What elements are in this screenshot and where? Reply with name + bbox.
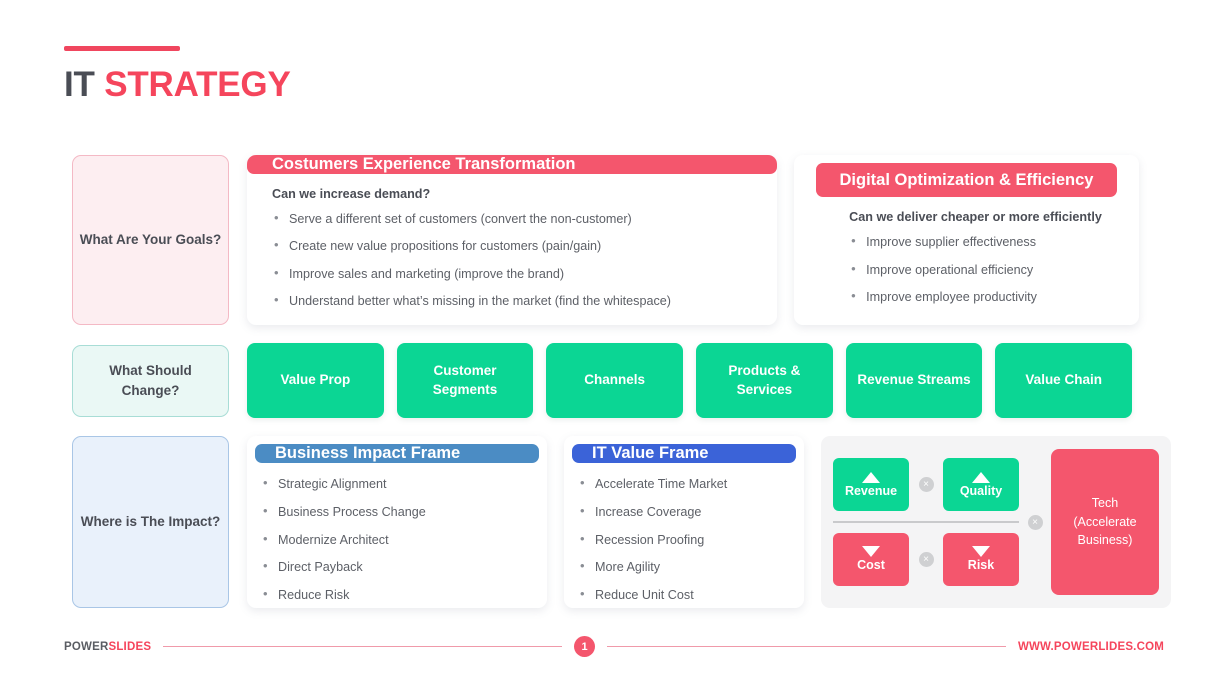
change-box-value-chain[interactable]: Value Chain xyxy=(995,343,1133,418)
card-body-customers: Can we increase demand? Serve a differen… xyxy=(247,174,777,325)
card-it-value-frame[interactable]: IT Value Frame Accelerate Time Market In… xyxy=(564,436,804,608)
page-title: IT STRATEGY xyxy=(64,67,291,102)
formula-box-cost[interactable]: Cost xyxy=(833,532,909,586)
formula-box-risk[interactable]: Risk xyxy=(943,532,1019,586)
formula-divider-line xyxy=(833,521,1019,523)
change-box-value-prop[interactable]: Value Prop xyxy=(247,343,384,418)
arrow-down-icon xyxy=(972,546,990,558)
tech-line-3: Business) xyxy=(1077,533,1133,548)
formula-box-revenue[interactable]: Revenue xyxy=(833,458,909,512)
list-item: Direct Payback xyxy=(261,557,547,576)
change-box-products-services[interactable]: Products & Services xyxy=(696,343,833,418)
formula-fraction: Revenue × Quality Cost × Risk xyxy=(833,449,1019,595)
page-title-prefix: IT xyxy=(64,65,105,104)
tech-line-1: Tech xyxy=(1091,495,1119,510)
page-number-badge: 1 xyxy=(574,636,596,657)
card-business-impact-frame[interactable]: Business Impact Frame Strategic Alignmen… xyxy=(247,436,547,608)
list-item: Reduce Unit Cost xyxy=(578,585,804,604)
card-header-bar-digital: Digital Optimization & Efficiency xyxy=(815,163,1118,198)
list-item: Reduce Risk xyxy=(261,585,547,604)
arrow-down-icon xyxy=(862,546,880,558)
bullet-list-customers: Serve a different set of customers (conv… xyxy=(272,209,777,310)
list-item: Improve employee productivity xyxy=(849,287,1102,306)
row-label-goals: What Are Your Goals? xyxy=(72,155,229,325)
strategy-board: What Are Your Goals? Costumers Experienc… xyxy=(72,155,1171,608)
page-footer: POWERSLIDES 1 WWW.POWERLIDES.COM xyxy=(64,636,1164,657)
row-change: What Should Change? Value Prop Customer … xyxy=(72,343,1133,418)
formula-box-label: Quality xyxy=(959,483,1003,498)
formula-box-quality[interactable]: Quality xyxy=(943,458,1019,512)
list-item: Strategic Alignment xyxy=(261,474,547,493)
list-item: Improve supplier effectiveness xyxy=(849,232,1102,251)
change-box-revenue-streams[interactable]: Revenue Streams xyxy=(845,343,983,418)
footer-brand-accent: SLIDES xyxy=(108,640,152,653)
bullet-list-business-impact: Strategic Alignment Business Process Cha… xyxy=(261,474,547,604)
footer-website: WWW.POWERLIDES.COM xyxy=(1017,640,1165,653)
arrow-up-icon xyxy=(862,471,880,483)
formula-operator-bottom: × xyxy=(909,551,943,567)
change-box-customer-segments[interactable]: Customer Segments xyxy=(396,343,534,418)
row-impact: Where is The Impact? Business Impact Fra… xyxy=(72,436,1171,608)
formula-box-label: Revenue xyxy=(844,483,898,498)
card-digital-optimization[interactable]: Digital Optimization & Efficiency Can we… xyxy=(794,155,1139,325)
list-item: Improve sales and marketing (improve the… xyxy=(272,263,777,283)
page-header: IT STRATEGY xyxy=(64,46,291,102)
formula-numerator: Revenue × Quality xyxy=(833,458,1019,512)
multiply-icon: × xyxy=(1027,514,1043,530)
tech-line-2: (Accelerate xyxy=(1073,514,1137,529)
formula-box-tech-label: Tech (Accelerate Business) xyxy=(1073,494,1136,550)
card-header-bar-customers: Costumers Experience Transformation xyxy=(247,155,777,174)
subhead-digital: Can we deliver cheaper or more efficient… xyxy=(849,210,1102,225)
list-item: Accelerate Time Market xyxy=(578,474,804,493)
formula-box-label: Cost xyxy=(857,558,885,573)
formula-operator-result: × xyxy=(1019,449,1051,595)
list-item: Recession Proofing xyxy=(578,529,804,549)
multiply-icon: × xyxy=(918,551,934,567)
value-formula-panel: Revenue × Quality Cost × Risk × Tech (Ac… xyxy=(821,436,1171,608)
row-label-impact: Where is The Impact? xyxy=(72,436,229,608)
card-body-it-value: Accelerate Time Market Increase Coverage… xyxy=(564,463,804,608)
list-item: Serve a different set of customers (conv… xyxy=(272,209,777,228)
formula-box-tech[interactable]: Tech (Accelerate Business) xyxy=(1051,449,1159,595)
arrow-up-icon xyxy=(972,471,990,483)
footer-brand-prefix: POWER xyxy=(64,640,109,653)
list-item: Business Process Change xyxy=(261,502,547,521)
subhead-customers: Can we increase demand? xyxy=(272,187,431,201)
footer-rule-right xyxy=(607,645,1006,648)
card-header-bar-business-impact: Business Impact Frame xyxy=(255,444,539,463)
bullet-list-digital: Improve supplier effectiveness Improve o… xyxy=(849,232,1102,306)
footer-brand: POWERSLIDES xyxy=(64,641,151,653)
card-body-business-impact: Strategic Alignment Business Process Cha… xyxy=(247,463,547,608)
page-title-accent: STRATEGY xyxy=(104,65,291,104)
card-customers-experience[interactable]: Costumers Experience Transformation Can … xyxy=(247,155,777,325)
change-box-strip: Value Prop Customer Segments Channels Pr… xyxy=(247,343,1133,418)
title-accent-rule xyxy=(64,46,180,51)
formula-operator-top: × xyxy=(909,477,943,493)
list-item: Create new value propositions for custom… xyxy=(272,236,777,255)
row-goals: What Are Your Goals? Costumers Experienc… xyxy=(72,155,1139,325)
card-body-digital: Can we deliver cheaper or more efficient… xyxy=(831,197,1102,325)
formula-denominator: Cost × Risk xyxy=(833,532,1019,586)
card-header-bar-it-value: IT Value Frame xyxy=(572,444,796,463)
bullet-list-it-value: Accelerate Time Market Increase Coverage… xyxy=(578,474,804,604)
formula-box-label: Risk xyxy=(967,558,995,573)
footer-rule-left xyxy=(163,645,563,648)
list-item: Modernize Architect xyxy=(261,529,547,549)
list-item: Improve operational efficiency xyxy=(849,259,1102,279)
multiply-icon: × xyxy=(918,477,934,493)
list-item: More Agility xyxy=(578,557,804,576)
list-item: Understand better what’s missing in the … xyxy=(272,291,777,310)
list-item: Increase Coverage xyxy=(578,502,804,521)
row-label-change: What Should Change? xyxy=(72,344,229,417)
change-box-channels[interactable]: Channels xyxy=(546,343,684,418)
